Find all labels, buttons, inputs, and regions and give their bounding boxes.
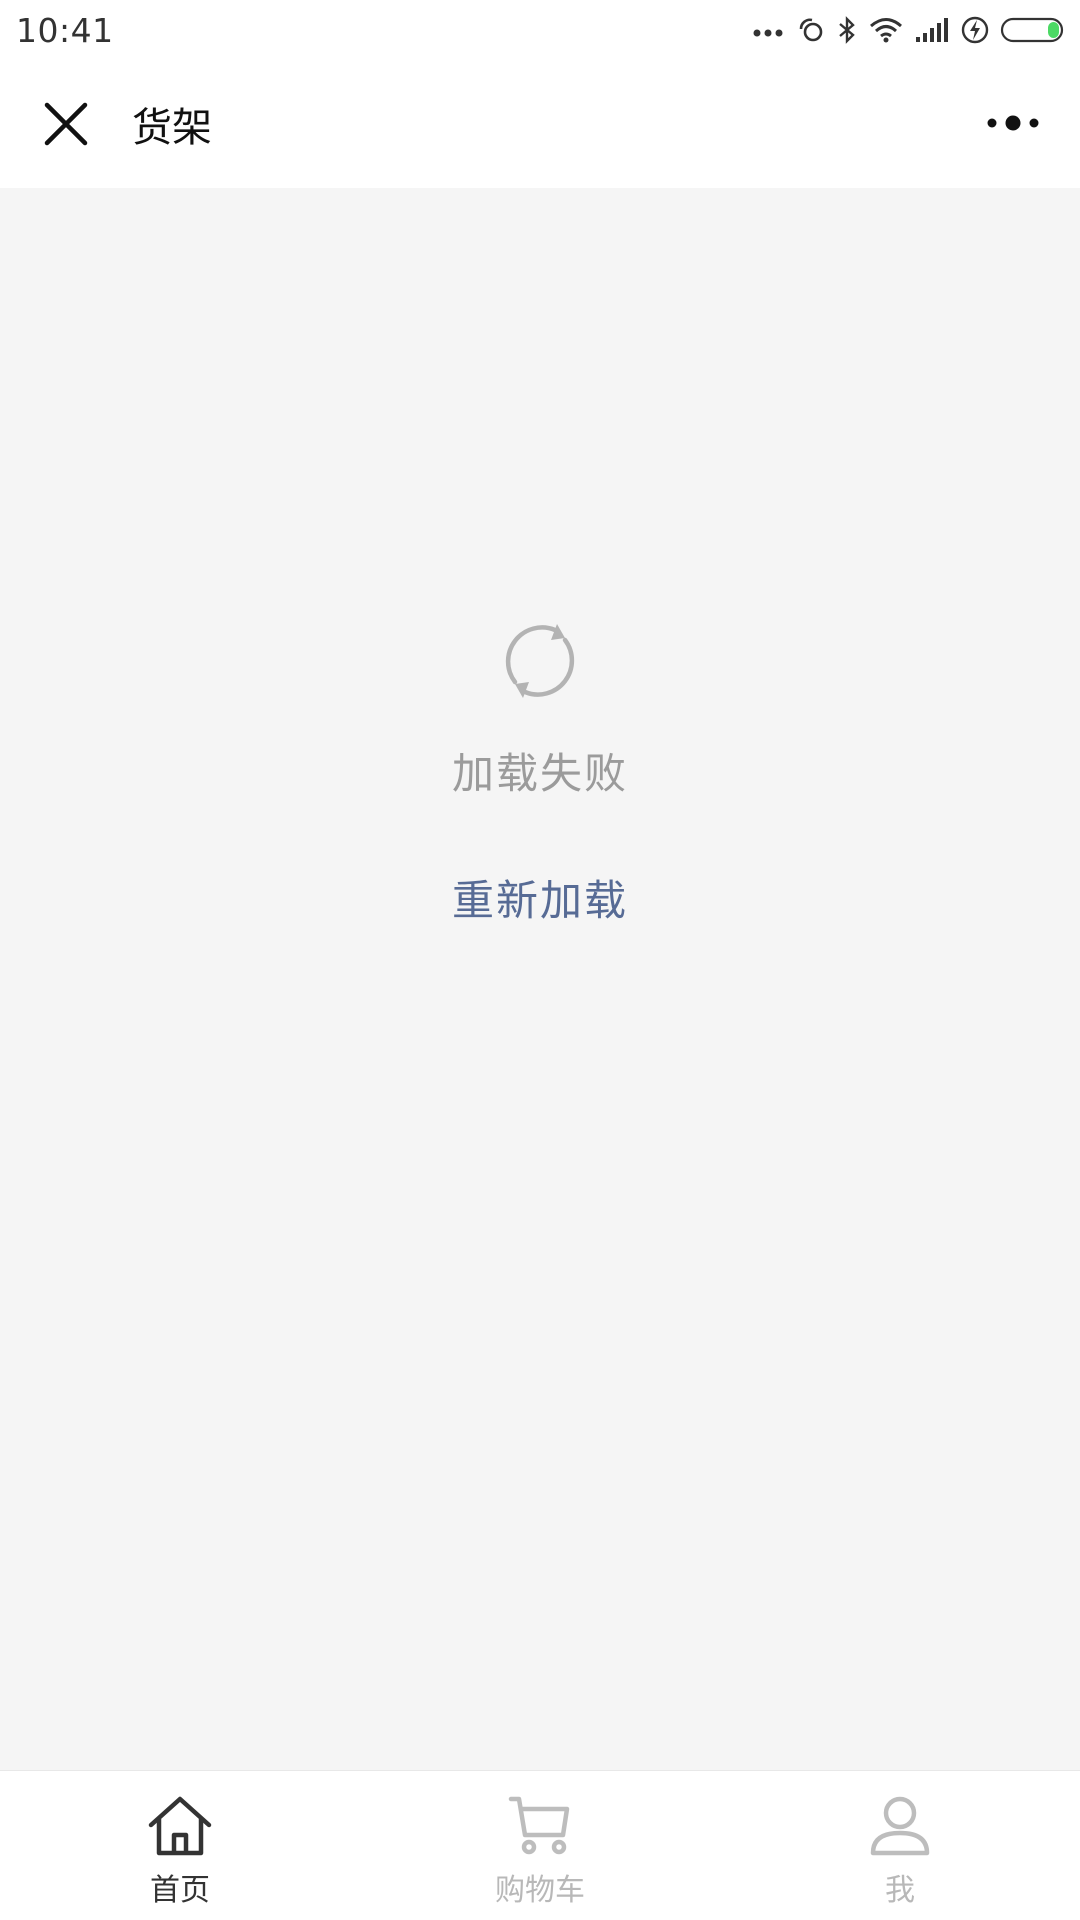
- bluetooth-icon: [839, 16, 855, 44]
- nav-bar: 货架: [0, 60, 1080, 188]
- reload-button[interactable]: 重新加载: [452, 867, 628, 928]
- error-message: 加载失败: [451, 749, 628, 798]
- load-error: 加载失败 重新加载: [0, 618, 1080, 928]
- close-button[interactable]: [0, 60, 132, 188]
- battery-icon: [1000, 17, 1064, 43]
- link-icon: [799, 18, 823, 42]
- tab-label: 首页: [150, 1873, 210, 1908]
- close-icon: [44, 102, 88, 146]
- charging-icon: [961, 16, 989, 44]
- home-icon: [148, 1796, 212, 1856]
- more-icon: [987, 115, 1039, 131]
- tab-home[interactable]: 首页: [0, 1771, 360, 1920]
- wifi-icon: [870, 18, 902, 43]
- tab-me[interactable]: 我: [720, 1771, 1080, 1920]
- more-dots-icon: [753, 29, 783, 37]
- reload-icon: [505, 624, 575, 698]
- page-title: 货架: [132, 105, 212, 151]
- tab-label: 购物车: [495, 1873, 585, 1908]
- screen: 10:41 货架 加载失败 重新加载 首页 购物车 我: [0, 0, 1080, 1920]
- status-time: 10:41: [16, 10, 114, 50]
- user-icon: [870, 1796, 930, 1856]
- tab-bar: 首页 购物车 我: [0, 1770, 1080, 1920]
- more-button[interactable]: [982, 100, 1044, 146]
- tab-label: 我: [885, 1873, 915, 1908]
- status-bar: 10:41: [0, 0, 1080, 60]
- status-icons: [752, 15, 1066, 45]
- signal-icon: [916, 18, 948, 42]
- tab-cart[interactable]: 购物车: [360, 1771, 720, 1920]
- cart-icon: [508, 1796, 570, 1855]
- content-area: 加载失败 重新加载: [0, 188, 1080, 1770]
